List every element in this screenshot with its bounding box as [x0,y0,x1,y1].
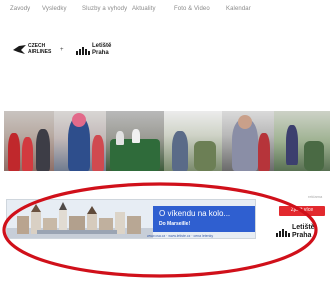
czech-airlines-logo[interactable]: CZECH AIRLINES + [12,42,64,62]
banner-cta-button[interactable]: Zjistit více [279,206,325,216]
sponsor-logos: CZECH AIRLINES + Letiště Praha [0,38,330,64]
airlines-emblem-icon [13,45,26,54]
gallery-photo-3[interactable] [106,111,164,171]
top-navigation: Zavody Vysledky Sluzby a vyhody Aktualit… [0,6,330,20]
nav-item-zavody[interactable]: Zavody [10,6,30,12]
airlines-logo-line2: AIRLINES [28,49,52,55]
letiste-emblem-icon [276,229,290,237]
letiste-logo-line2: Praha [92,50,109,56]
banner-letiste-logo[interactable]: Letiště Praha [276,224,330,244]
logo-separator: + [60,47,64,53]
gallery-photo-6[interactable] [274,111,330,171]
banner-logo-line2: Praha [292,232,312,239]
nav-item-kalendar[interactable]: Kalendar [226,6,251,12]
nav-item-aktuality[interactable]: Aktuality [132,6,156,12]
letiste-logo-line1: Letiště [92,43,112,49]
gallery-photo-2[interactable] [54,111,106,171]
photo-gallery-strip [4,111,330,171]
advertisement-banner[interactable]: O víkendu na kolo... Do Marseille! www.c… [6,199,256,239]
gallery-photo-4[interactable] [164,111,222,171]
gallery-photo-5[interactable] [222,111,274,171]
gallery-photo-1[interactable] [4,111,54,171]
banner-logo-line1: Letiště [292,224,315,231]
ad-label: reklama [308,194,323,199]
banner-footer-text: www.csa.cz · www.letiste.cz · cena leten… [147,234,214,238]
banner-subline: Do Marseille! [159,221,191,227]
nav-item-sluzby[interactable]: Sluzby a vyhody [82,6,127,12]
letiste-praha-logo[interactable]: Letiště Praha [76,42,126,62]
nav-item-foto-video[interactable]: Foto & Video [174,6,210,12]
banner-cta-label: Zjistit více [290,207,314,213]
nav-item-vysledky[interactable]: Vysledky [42,6,67,12]
banner-headline: O víkendu na kolo... [159,209,231,218]
letiste-emblem-icon [76,47,90,55]
